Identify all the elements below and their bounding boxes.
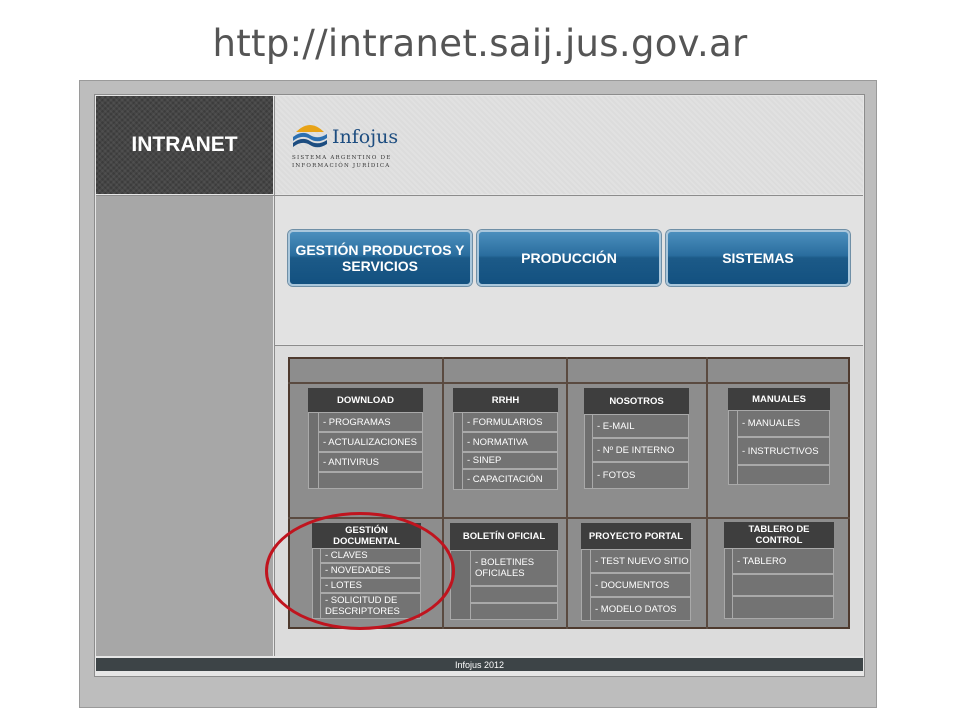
menu-title-tablero-control: TABLERO DE CONTROL bbox=[724, 522, 834, 548]
grid-line bbox=[566, 357, 568, 629]
nav-button-sistemas[interactable]: SISTEMAS bbox=[666, 230, 850, 286]
logo-subtitle: SISTEMA ARGENTINO DE INFORMACIÓN JURÍDIC… bbox=[292, 155, 392, 169]
menu-item-test-nuevo-sitio[interactable]: - TEST NUEVO SITIO bbox=[590, 549, 691, 573]
menu-item-normativa[interactable]: - NORMATIVA bbox=[462, 432, 558, 452]
menu-title-proyecto-portal: PROYECTO PORTAL bbox=[581, 523, 691, 549]
menu-title-boletin-oficial: BOLETÍN OFICIAL bbox=[450, 523, 558, 550]
logo-name: Infojus bbox=[332, 126, 399, 148]
menu-item-numero-interno[interactable]: - Nº DE INTERNO bbox=[592, 438, 689, 462]
intranet-title: INTRANET bbox=[96, 96, 273, 194]
menu-item-empty bbox=[732, 596, 834, 619]
menu-item-actualizaciones[interactable]: - ACTUALIZACIONES bbox=[318, 432, 423, 452]
menu-item-capacitacion[interactable]: - CAPACITACIÓN bbox=[462, 469, 558, 490]
menu-item-manuales[interactable]: - MANUALES bbox=[737, 410, 830, 437]
menu-title-download: DOWNLOAD bbox=[308, 388, 423, 412]
menu-item-fotos[interactable]: - FOTOS bbox=[592, 462, 689, 489]
menu-title-nosotros: NOSOTROS bbox=[584, 388, 689, 414]
grid-line bbox=[288, 382, 850, 384]
nav-button-gestion[interactable]: GESTIÓN PRODUCTOS Y SERVICIOS bbox=[288, 230, 472, 286]
menu-item-modelo-datos[interactable]: - MODELO DATOS bbox=[590, 597, 691, 621]
left-column bbox=[96, 196, 273, 656]
menu-item-email[interactable]: - E-MAIL bbox=[592, 414, 689, 438]
menu-title-manuales: MANUALES bbox=[728, 388, 830, 410]
menu-item-empty bbox=[732, 574, 834, 596]
menu-item-programas[interactable]: - PROGRAMAS bbox=[318, 412, 423, 432]
footer-bar: Infojus 2012 bbox=[96, 658, 863, 671]
menu-item-empty bbox=[470, 586, 558, 603]
menu-title-rrhh: RRHH bbox=[453, 388, 558, 412]
menu-item-antivirus[interactable]: - ANTIVIRUS bbox=[318, 452, 423, 472]
menu-item-empty bbox=[318, 472, 423, 489]
highlight-circle bbox=[265, 512, 455, 630]
menu-item-tablero[interactable]: - TABLERO bbox=[732, 548, 834, 574]
menu-item-documentos[interactable]: - DOCUMENTOS bbox=[590, 573, 691, 597]
menu-item-formularios[interactable]: - FORMULARIOS bbox=[462, 412, 558, 432]
menu-item-boletines-oficiales[interactable]: - BOLETINES OFICIALES bbox=[470, 550, 558, 586]
nav-button-produccion[interactable]: PRODUCCIÓN bbox=[477, 230, 661, 286]
menu-item-empty bbox=[470, 603, 558, 620]
slide-title: http://intranet.saij.jus.gov.ar bbox=[212, 22, 748, 65]
menu-item-instructivos[interactable]: - INSTRUCTIVOS bbox=[737, 437, 830, 465]
menu-item-empty bbox=[737, 465, 830, 485]
menu-item-sinep[interactable]: - SINEP bbox=[462, 452, 558, 469]
infojus-logo-icon bbox=[293, 125, 327, 148]
grid-line bbox=[706, 357, 708, 629]
